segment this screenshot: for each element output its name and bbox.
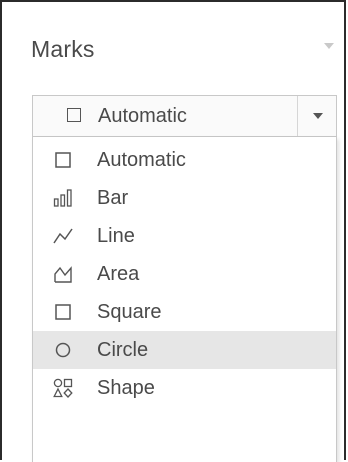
- line-chart-icon: [53, 226, 73, 246]
- chevron-down-icon[interactable]: [313, 113, 323, 119]
- square-icon: [67, 108, 81, 122]
- mark-type-menu: Automatic Bar Line Area Square Circle Sh…: [32, 137, 337, 462]
- menu-item-shape[interactable]: Shape: [33, 369, 336, 407]
- menu-item-circle[interactable]: Circle: [33, 331, 336, 369]
- area-chart-icon: [53, 264, 73, 284]
- menu-item-label: Square: [97, 301, 162, 323]
- bar-chart-icon: [53, 188, 73, 208]
- card-menu-caret-icon[interactable]: [324, 43, 334, 49]
- menu-item-square[interactable]: Square: [33, 293, 336, 331]
- square-icon: [53, 302, 73, 322]
- menu-item-line[interactable]: Line: [33, 217, 336, 255]
- menu-item-label: Area: [97, 263, 140, 285]
- square-icon: [53, 150, 73, 170]
- marks-card-title: Marks: [31, 36, 95, 62]
- mark-type-value: Automatic: [98, 105, 187, 127]
- circle-icon: [53, 340, 73, 360]
- menu-item-label: Automatic: [97, 149, 186, 171]
- menu-item-label: Line: [97, 225, 135, 247]
- marks-card: Marks Automatic Automatic Bar Line Area …: [0, 0, 346, 462]
- shapes-icon: [53, 378, 73, 398]
- dropdown-divider: [297, 96, 298, 136]
- mark-type-dropdown[interactable]: Automatic: [32, 95, 337, 137]
- menu-item-label: Bar: [97, 187, 129, 209]
- marks-card-header: Marks: [2, 2, 344, 80]
- menu-item-area[interactable]: Area: [33, 255, 336, 293]
- menu-item-automatic[interactable]: Automatic: [33, 141, 336, 179]
- menu-item-label: Circle: [97, 339, 149, 361]
- menu-item-bar[interactable]: Bar: [33, 179, 336, 217]
- menu-item-label: Shape: [97, 377, 155, 399]
